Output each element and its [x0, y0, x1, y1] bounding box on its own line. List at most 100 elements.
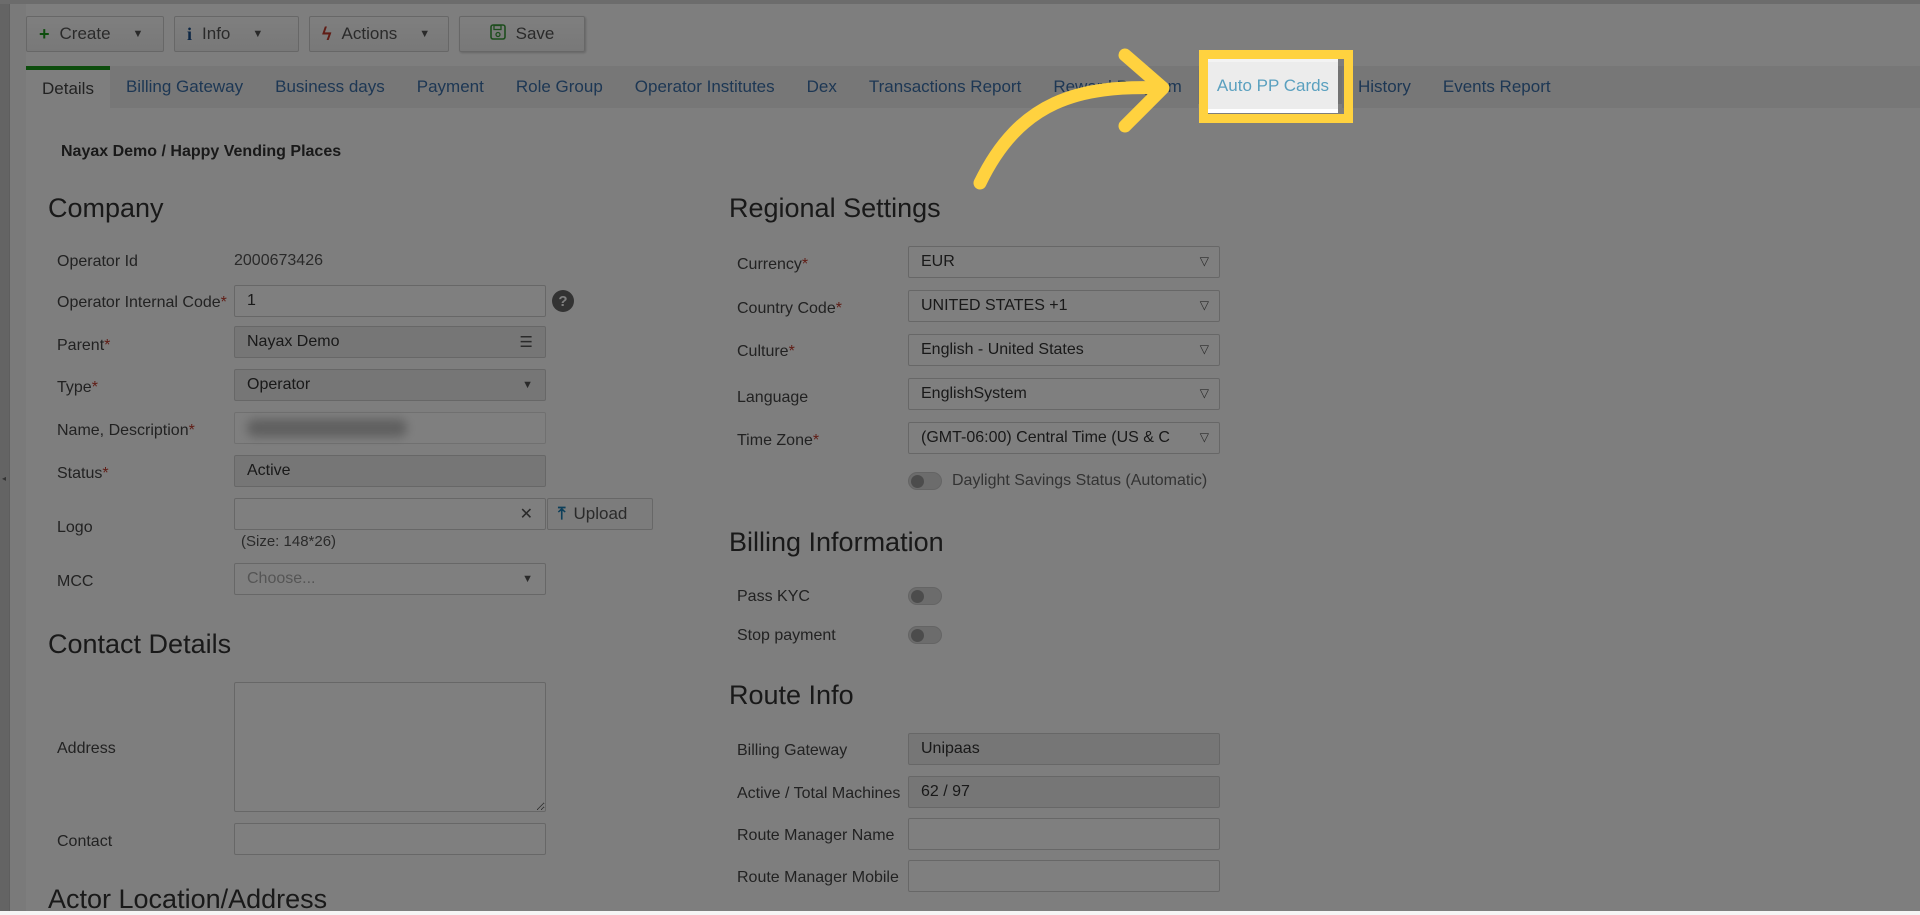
list-icon[interactable]: ☰ — [520, 333, 533, 351]
billing-gateway-field: Unipaas — [908, 733, 1220, 765]
required-marker: * — [812, 432, 820, 449]
floppy-disk-icon — [489, 23, 506, 45]
save-label: Save — [515, 24, 555, 43]
country-code-label-text: Country Code — [737, 300, 836, 317]
route-manager-name-input[interactable] — [908, 818, 1220, 850]
tab-transactions-report[interactable]: Transactions Report — [853, 66, 1037, 108]
toolbar: + Create ▼ i Info ▼ ϟ Actions ▼ Save — [26, 16, 585, 52]
caret-down-icon: ▽ — [1199, 386, 1209, 400]
contact-input[interactable] — [234, 823, 546, 855]
spotlight-tab-auto-pp-cards[interactable]: Auto PP Cards — [1208, 58, 1338, 113]
required-marker: * — [801, 256, 809, 273]
status-select[interactable]: Active — [234, 455, 546, 487]
breadcrumb: Nayax Demo / Happy Vending Places — [61, 143, 342, 160]
upload-button[interactable]: ⤒ Upload — [547, 498, 653, 530]
type-label: Type* — [57, 379, 98, 397]
parent-field[interactable]: Nayax Demo ☰ — [234, 326, 546, 358]
tab-payment[interactable]: Payment — [401, 66, 500, 108]
actions-label: Actions — [341, 24, 398, 43]
caret-down-icon: ▼ — [252, 28, 264, 40]
contact-label: Contact — [57, 833, 113, 850]
route-manager-mobile-label: Route Manager Mobile — [737, 869, 899, 886]
collapse-arrow-icon[interactable]: ◂ — [2, 474, 6, 483]
parent-label-text: Parent — [57, 337, 105, 354]
type-select[interactable]: Operator ▼ — [234, 369, 546, 401]
name-description-label: Name, Description* — [57, 422, 195, 440]
tab-business-days[interactable]: Business days — [259, 66, 401, 108]
regional-settings-heading: Regional Settings — [729, 193, 941, 223]
caret-down-icon: ▼ — [522, 379, 533, 391]
tab-billing-gateway[interactable]: Billing Gateway — [110, 66, 259, 108]
mcc-label: MCC — [57, 573, 94, 590]
internal-code-value: 1 — [247, 292, 256, 309]
tab-history[interactable]: History — [1342, 66, 1427, 108]
lightning-icon: ϟ — [322, 23, 332, 44]
pass-kyc-label: Pass KYC — [737, 588, 810, 605]
clear-icon[interactable]: ✕ — [520, 504, 533, 524]
currency-select[interactable]: EUR ▽ — [908, 246, 1220, 278]
country-code-label: Country Code* — [737, 300, 842, 318]
country-code-value: UNITED STATES +1 — [921, 297, 1068, 314]
info-button[interactable]: i Info ▼ — [174, 16, 299, 52]
save-button[interactable]: Save — [459, 16, 585, 52]
caret-down-icon: ▽ — [1199, 298, 1209, 312]
upload-icon: ⤒ — [558, 504, 566, 523]
route-info-heading: Route Info — [729, 680, 854, 710]
status-label-text: Status — [57, 465, 103, 482]
machines-value: 62 / 97 — [921, 783, 970, 800]
parent-value: Nayax Demo — [247, 333, 340, 350]
contact-details-heading: Contact Details — [48, 629, 232, 659]
info-icon: i — [187, 23, 193, 44]
caret-down-icon: ▼ — [419, 28, 431, 40]
plus-icon: + — [39, 23, 50, 44]
time-zone-value: (GMT-06:00) Central Time (US & C — [921, 429, 1170, 446]
caret-down-icon: ▼ — [132, 28, 144, 40]
daylight-savings-label: Daylight Savings Status (Automatic) — [952, 472, 1208, 489]
tab-role-group[interactable]: Role Group — [500, 66, 619, 108]
actions-button[interactable]: ϟ Actions ▼ — [309, 16, 449, 52]
actor-location-heading: Actor Location/Address — [48, 884, 328, 914]
address-textarea[interactable] — [234, 682, 546, 812]
status-value: Active — [247, 462, 291, 479]
mcc-select[interactable]: Choose... ▼ — [234, 563, 546, 595]
internal-code-label: Operator Internal Code* — [57, 294, 227, 312]
tab-operator-institutes[interactable]: Operator Institutes — [619, 66, 791, 108]
tab-dex[interactable]: Dex — [791, 66, 853, 108]
currency-value: EUR — [921, 253, 955, 270]
pass-kyc-toggle[interactable] — [908, 587, 942, 605]
name-description-label-text: Name, Description — [57, 422, 189, 439]
culture-label-text: Culture — [737, 343, 789, 360]
sidebar-collapse-rail[interactable]: ◂ — [0, 4, 10, 911]
redacted-value — [247, 419, 407, 437]
help-icon[interactable]: ? — [552, 290, 574, 312]
tab-reward-program[interactable]: Reward Program — [1037, 66, 1198, 108]
operator-id-value: 2000673426 — [234, 252, 323, 269]
address-label: Address — [57, 740, 116, 757]
logo-size-hint: (Size: 148*26) — [241, 533, 337, 550]
time-zone-label-text: Time Zone — [737, 432, 813, 449]
route-manager-mobile-input[interactable] — [908, 860, 1220, 892]
route-manager-name-label: Route Manager Name — [737, 827, 895, 844]
status-label: Status* — [57, 465, 109, 483]
language-label: Language — [737, 389, 809, 406]
stop-payment-toggle[interactable] — [908, 626, 942, 644]
tab-details[interactable]: Details — [26, 66, 110, 108]
language-select[interactable]: EnglishSystem ▽ — [908, 378, 1220, 410]
caret-down-icon: ▽ — [1199, 342, 1209, 356]
machines-label: Active / Total Machines — [737, 785, 901, 802]
name-description-input[interactable] — [234, 412, 546, 444]
daylight-savings-toggle[interactable] — [908, 472, 942, 490]
billing-information-heading: Billing Information — [729, 527, 944, 557]
machines-field: 62 / 97 — [908, 776, 1220, 808]
required-marker: * — [104, 337, 111, 354]
tab-events-report[interactable]: Events Report — [1427, 66, 1567, 108]
internal-code-input[interactable]: 1 — [234, 285, 546, 317]
operator-id-label: Operator Id — [57, 253, 138, 270]
culture-select[interactable]: English - United States ▽ — [908, 334, 1220, 366]
time-zone-select[interactable]: (GMT-06:00) Central Time (US & C ▽ — [908, 422, 1220, 454]
country-code-select[interactable]: UNITED STATES +1 ▽ — [908, 290, 1220, 322]
create-label: Create — [59, 24, 111, 43]
create-button[interactable]: + Create ▼ — [26, 16, 164, 52]
logo-label: Logo — [57, 519, 93, 536]
logo-file-input[interactable]: ✕ — [234, 498, 546, 530]
